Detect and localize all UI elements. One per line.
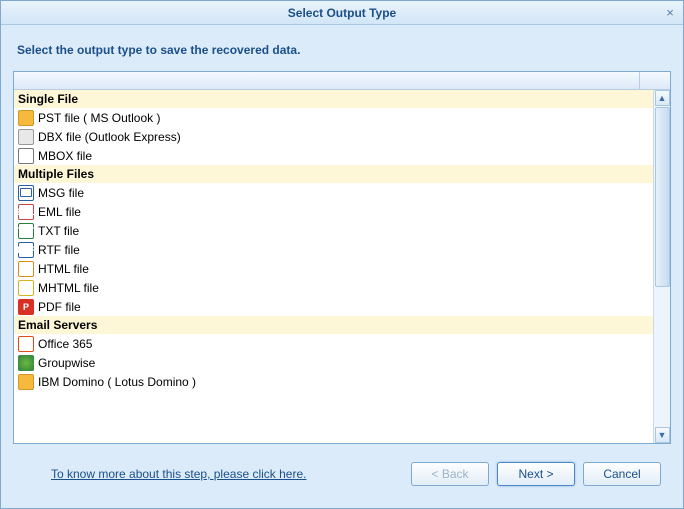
list-column-header[interactable] xyxy=(14,72,670,90)
column-separator xyxy=(639,72,640,89)
html-icon: e xyxy=(18,261,34,277)
txt-icon: TXT xyxy=(18,223,34,239)
content-area: Select the output type to save the recov… xyxy=(1,25,683,508)
list-item-label: EML file xyxy=(38,205,81,219)
help-link[interactable]: To know more about this step, please cli… xyxy=(51,467,306,481)
scrollbar-track[interactable] xyxy=(655,106,670,427)
chevron-up-icon: ▲ xyxy=(658,93,667,103)
footer: To know more about this step, please cli… xyxy=(13,444,671,496)
mhtml-icon: M xyxy=(18,280,34,296)
group-header: Multiple Files xyxy=(14,165,653,183)
list-item-label: MSG file xyxy=(38,186,84,200)
chevron-down-icon: ▼ xyxy=(658,430,667,440)
close-icon: × xyxy=(666,5,674,20)
scrollbar-thumb[interactable] xyxy=(655,107,670,287)
dialog-window: Select Output Type × Select the output t… xyxy=(0,0,684,509)
list-item[interactable]: EML EML file xyxy=(14,202,653,221)
list-items-container: Single File PST file ( MS Outlook ) DBX fi… xyxy=(14,90,653,443)
msg-icon xyxy=(18,185,34,201)
eml-icon: EML xyxy=(18,204,34,220)
list-item[interactable]: O Office 365 xyxy=(14,334,653,353)
list-item[interactable]: IBM Domino ( Lotus Domino ) xyxy=(14,372,653,391)
list-item[interactable]: e HTML file xyxy=(14,259,653,278)
list-item-label: MBOX file xyxy=(38,149,92,163)
list-item[interactable]: TXT TXT file xyxy=(14,221,653,240)
cancel-button[interactable]: Cancel xyxy=(583,462,661,486)
dom-icon xyxy=(18,374,34,390)
list-item[interactable]: PST file ( MS Outlook ) xyxy=(14,108,653,127)
list-item-label: IBM Domino ( Lotus Domino ) xyxy=(38,375,196,389)
next-button[interactable]: Next > xyxy=(497,462,575,486)
titlebar: Select Output Type × xyxy=(1,1,683,25)
list-item[interactable]: RTF RTF file xyxy=(14,240,653,259)
scrollbar[interactable]: ▲ ▼ xyxy=(653,90,670,443)
scroll-down-button[interactable]: ▼ xyxy=(655,427,670,443)
list-item[interactable]: M MHTML file xyxy=(14,278,653,297)
list-item[interactable]: P PDF file xyxy=(14,297,653,316)
back-button: < Back xyxy=(411,462,489,486)
o365-icon: O xyxy=(18,336,34,352)
window-title: Select Output Type xyxy=(288,6,396,20)
rtf-icon: RTF xyxy=(18,242,34,258)
list-item-label: RTF file xyxy=(38,243,80,257)
pst-icon xyxy=(18,110,34,126)
list-item[interactable]: MSG file xyxy=(14,183,653,202)
instruction-text: Select the output type to save the recov… xyxy=(13,37,671,71)
list-item-label: HTML file xyxy=(38,262,89,276)
list-body: Single File PST file ( MS Outlook ) DBX fi… xyxy=(14,90,670,443)
list-item-label: Office 365 xyxy=(38,337,92,351)
list-item-label: PST file ( MS Outlook ) xyxy=(38,111,160,125)
list-item-label: Groupwise xyxy=(38,356,95,370)
list-item-label: DBX file (Outlook Express) xyxy=(38,130,181,144)
list-item-label: MHTML file xyxy=(38,281,99,295)
dbx-icon xyxy=(18,129,34,145)
group-header: Single File xyxy=(14,90,653,108)
list-item-label: TXT file xyxy=(38,224,79,238)
pdf-icon: P xyxy=(18,299,34,315)
list-item[interactable]: DBX file (Outlook Express) xyxy=(14,127,653,146)
output-type-list: Single File PST file ( MS Outlook ) DBX fi… xyxy=(13,71,671,444)
gw-icon xyxy=(18,355,34,371)
group-header: Email Servers xyxy=(14,316,653,334)
list-item-label: PDF file xyxy=(38,300,81,314)
close-button[interactable]: × xyxy=(661,4,679,20)
mbox-icon xyxy=(18,148,34,164)
scroll-up-button[interactable]: ▲ xyxy=(655,90,670,106)
list-item[interactable]: MBOX file xyxy=(14,146,653,165)
list-item[interactable]: Groupwise xyxy=(14,353,653,372)
